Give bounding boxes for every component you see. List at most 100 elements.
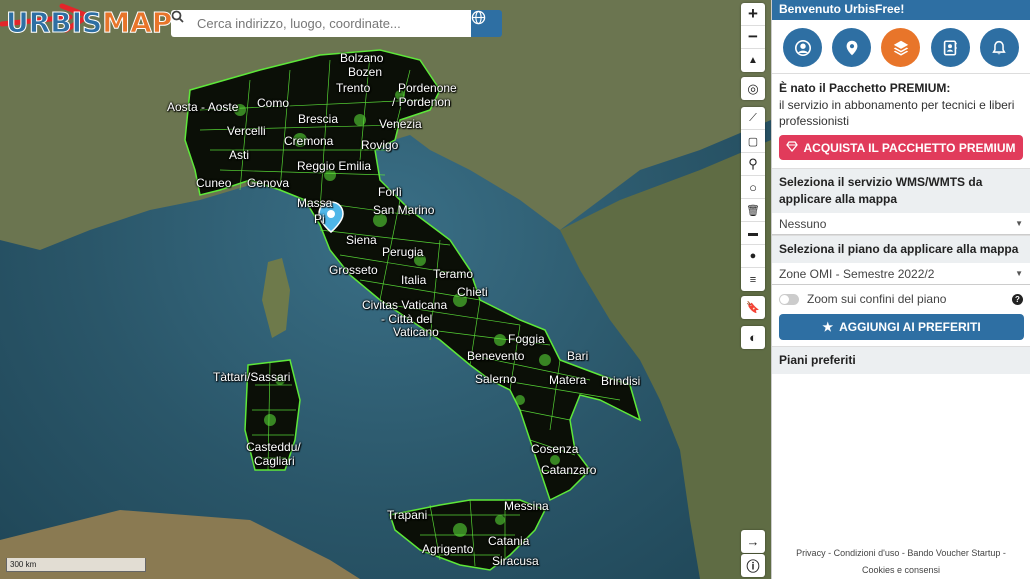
map-city-label: Catanzaro [541,463,597,477]
map-city-label: San Marino [373,203,435,217]
map-city-label: Reggio Emilia [297,159,372,173]
map-city-label: Teramo [433,267,474,281]
draw-marker-button[interactable]: ⚲ [741,153,765,176]
map-city-label: Vaticano [393,325,439,339]
ruler-button[interactable]: ▬ [741,222,765,245]
map-city-label: Genova [247,176,290,190]
contrast-button[interactable]: ◐ [741,326,765,349]
map-city-label: Como [257,96,290,110]
map-city-label: Matera [549,373,587,387]
plan-select[interactable]: Zone OMI - Semestre 2022/2 ▼ [772,263,1030,285]
map-city-label: Chieti [457,285,488,299]
map-city-label: Catania [488,534,530,548]
map-city-label: / Pordenon [392,95,451,109]
map-city-label: Bolzano [340,51,384,65]
zoom-in-button[interactable]: + [741,3,765,26]
theme-control: ◐ [741,326,765,349]
map-city-label: Siracusa [492,554,539,568]
map-city-label: Italia [401,273,427,287]
zoom-controls: + − ▲ [741,3,765,72]
voucher-link[interactable]: Bando Voucher Startup [907,548,1000,558]
map-city-label: Pi [314,212,325,226]
tab-contacts[interactable] [930,28,970,67]
favorites-section-title: Piani preferiti [772,346,1030,374]
location-icon [846,40,858,55]
tab-layers[interactable] [881,28,921,67]
zoom-bounds-label: Zoom sui confini del piano [807,292,947,306]
draw-line-button[interactable]: ⟋ [741,107,765,130]
marker-outline-icon: ⚲ [748,156,758,171]
globe-button[interactable] [471,10,502,37]
map-city-label: Cuneo [196,176,232,190]
panel-tabs [772,20,1030,74]
wms-select[interactable]: Nessuno ▼ [772,213,1030,235]
tab-notifications[interactable] [979,28,1019,67]
address-book-icon [943,39,957,56]
pin-button[interactable]: ● [741,245,765,268]
caret-down-icon: ▼ [1015,219,1023,228]
trash-icon: 🗑 [746,204,760,217]
search-input[interactable] [195,15,459,32]
map-city-label: Aosta - Aoste [167,100,239,114]
polygon-icon: ▢ [747,135,759,148]
map-city-label: Foggia [508,332,545,346]
search-box[interactable] [171,10,471,37]
map-city-label: Tàttari/Sassari [213,370,291,384]
diamond-icon [786,140,799,155]
bookmark-icon: 🔖 [746,302,760,314]
map-city-label: Asti [229,148,250,162]
info-button[interactable]: ⓘ [741,554,765,577]
map-city-label: Bozen [348,65,383,79]
help-icon[interactable]: ? [1012,293,1023,305]
layers-icon [893,40,909,56]
draw-circle-button[interactable]: ○ [741,176,765,199]
map-background [0,0,771,579]
menu-icon: ≡ [749,273,757,286]
user-circle-icon [794,39,811,56]
delete-button[interactable]: 🗑 [741,199,765,222]
compass-button[interactable]: ▲ [741,49,765,72]
urbismap-logo: URBISMAP [5,6,173,40]
cookies-link[interactable]: Cookies e consensi [862,565,940,575]
map-city-label: Trento [336,81,371,95]
compass-icon: ▲ [748,55,758,66]
map-city-label: Cosenza [531,442,579,456]
terms-link[interactable]: Condizioni d'uso [834,548,900,558]
map-city-label: Cremona [284,134,334,148]
zoom-out-button[interactable]: − [741,26,765,49]
crosshair-icon: ◎ [747,80,759,96]
info-icon: ⓘ [746,559,760,574]
map-city-label: Benevento [467,349,525,363]
locate-button[interactable]: ◎ [741,77,765,100]
panel-header: Benvenuto UrbisFree! [772,0,1030,20]
map-city-label: Massa [297,196,333,210]
circle-icon: ○ [749,179,757,195]
map-city-label: Brescia [298,112,339,126]
map-city-label: Forlì [378,185,402,199]
panel-footer: Privacy - Condizioni d'uso - Bando Vouch… [796,548,1006,575]
tab-account[interactable] [783,28,823,67]
locate-control: ◎ [741,77,765,100]
draw-polygon-button[interactable]: ▢ [741,130,765,153]
menu-button[interactable]: ≡ [741,268,765,291]
map-scale: 300 km [6,558,146,572]
map-city-label: Perugia [382,245,424,259]
map-view[interactable]: Bolzano Bozen Trento Pordenone / Pordenon Aos… [0,0,771,579]
map-city-label: Grosseto [329,263,378,277]
bookmark-button[interactable]: 🔖 [741,296,765,319]
info-control: ⓘ [741,554,765,577]
arrow-right-icon: → [746,534,760,549]
plan-section-title: Seleziona il piano da applicare alla map… [772,235,1030,263]
star-icon: ★ [822,320,834,334]
promo-text: il servizio in abbonamento per tecnici e… [779,98,1015,128]
buy-premium-button[interactable]: ACQUISTA IL PACCHETTO PREMIUM [779,135,1023,160]
zoom-bounds-row: Zoom sui confini del piano ? [772,285,1030,313]
tab-location[interactable] [832,28,872,67]
zoom-bounds-toggle[interactable] [779,293,799,305]
map-city-label: Casteddu/ [246,440,301,454]
bookmark-control: 🔖 [741,296,765,319]
expand-panel-button[interactable]: → [741,530,765,553]
add-favorites-button[interactable]: ★ AGGIUNGI AI PREFERITI [779,314,1024,340]
map-city-label: Agrigento [422,542,474,556]
privacy-link[interactable]: Privacy [796,548,826,558]
